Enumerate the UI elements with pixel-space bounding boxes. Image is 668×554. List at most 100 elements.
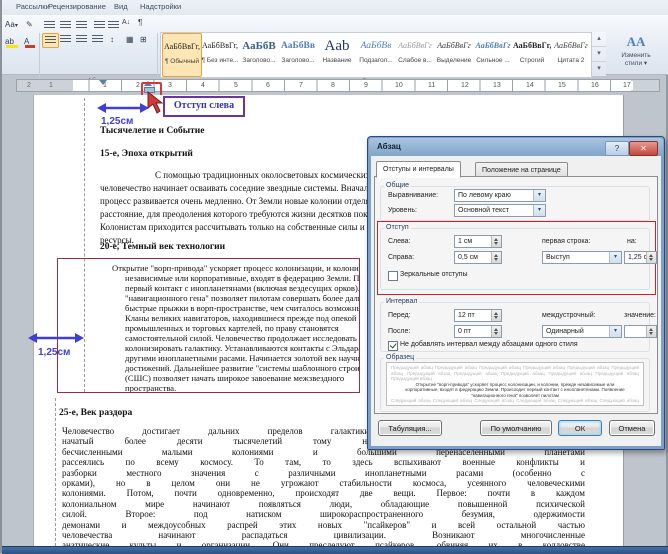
preview-previous-text: Предыдущий абзац Предыдущий абзац Предыд…: [391, 365, 639, 382]
dialog-titlebar[interactable]: Абзац ? ✕: [369, 138, 663, 156]
ruler-number: 12: [459, 81, 471, 90]
spinner-arrows-icon[interactable]: [646, 326, 656, 337]
spinner-arrows-icon[interactable]: [491, 326, 501, 337]
spinner-arrows-icon[interactable]: [646, 252, 656, 263]
change-case-button[interactable]: Аа▾: [5, 18, 18, 31]
style-item-intense-emphasis[interactable]: АаБбВвГгСильное ...: [474, 33, 512, 75]
ruler-number: 7: [297, 81, 305, 90]
ruler-number: 4: [199, 81, 207, 90]
spinner-arrows-icon[interactable]: [491, 236, 501, 247]
ok-button[interactable]: ОК: [558, 420, 602, 436]
first-line-indent-marker[interactable]: [99, 80, 107, 85]
indent-left-spinner[interactable]: 1 см: [454, 235, 502, 248]
pilcrow-icon[interactable]: ¶: [138, 16, 142, 29]
space-after-spinner[interactable]: 0 пт: [454, 325, 502, 338]
numbering-icon[interactable]: [60, 21, 71, 30]
space-before-spinner[interactable]: 12 пт: [454, 309, 502, 322]
help-button[interactable]: ?: [605, 141, 629, 156]
increase-indent-icon[interactable]: [108, 21, 119, 30]
style-item-no-spacing[interactable]: АаБбВвГг,¶ Без инте...: [201, 33, 239, 75]
highlight-color-swatch: [6, 45, 18, 48]
tab-view[interactable]: Вид: [114, 2, 128, 11]
space-after-label: После:: [388, 328, 410, 335]
ruler-number: 10: [393, 81, 405, 90]
ribbon-tab-row: Рассылки Рецензирование Вид Надстройки: [2, 0, 668, 16]
text-highlight-button[interactable]: ab: [5, 35, 19, 48]
ruler-number: 13: [491, 81, 503, 90]
by-label: на:: [627, 238, 637, 245]
align-right-button[interactable]: [74, 33, 89, 46]
ruler-number: 8: [329, 81, 337, 90]
ruler-number: 5: [232, 81, 240, 90]
cancel-button[interactable]: Отмена: [609, 420, 655, 436]
spinner-arrows-icon[interactable]: [491, 310, 501, 321]
ruler-margin-number: 2: [27, 81, 31, 90]
gallery-scroll: ▴ ▾ ▾: [591, 32, 606, 76]
change-styles-button[interactable]: АА Изменить стили ▾: [610, 32, 662, 76]
by-spinner[interactable]: 1,25 см: [624, 251, 657, 264]
sort-icon[interactable]: А↓: [122, 16, 130, 29]
align-center-button[interactable]: [58, 33, 73, 46]
indent-right-spinner[interactable]: 0,5 см: [454, 251, 502, 264]
clear-formatting-button[interactable]: ✎: [26, 18, 33, 31]
line-spacing-combobox[interactable]: Одинарный▾: [542, 325, 622, 338]
space-before-label: Перед:: [388, 312, 411, 319]
tab-mailings[interactable]: Рассылки: [16, 2, 50, 11]
doc-paragraph-20: Открытие "ворп-привода" ускоряет процесс…: [125, 263, 360, 393]
set-default-button[interactable]: По умолчанию: [480, 420, 552, 436]
mirror-indents-checkbox[interactable]: [388, 271, 398, 281]
ruler-number: 16: [589, 81, 601, 90]
no-space-same-style-checkbox[interactable]: [388, 341, 398, 351]
alignment-label: Выравнивание:: [388, 192, 438, 199]
line-spacing-button[interactable]: ↕: [110, 33, 114, 46]
align-left-icon: [45, 36, 56, 45]
chevron-down-icon: ▾: [609, 252, 621, 263]
align-center-icon: [60, 35, 71, 44]
gallery-expand-icon[interactable]: ▾: [592, 62, 606, 76]
indent-right-label: Справа:: [388, 254, 414, 261]
alignment-combobox[interactable]: По левому краю▾: [454, 189, 546, 202]
outline-level-combobox[interactable]: Основной текст▾: [454, 204, 546, 217]
decrease-indent-icon[interactable]: [94, 21, 105, 30]
justify-button[interactable]: [90, 33, 105, 46]
preview-current-text: Открытие "ворп-привода" ускоряет процесс…: [391, 382, 639, 399]
font-color-button[interactable]: А: [24, 35, 36, 48]
style-item-subtle-emphasis[interactable]: АаБбВвГгСлабое в...: [396, 33, 434, 75]
multilevel-list-icon[interactable]: [76, 21, 87, 30]
style-item-emphasis[interactable]: АаБбВвГгВыделение: [435, 33, 473, 75]
measure-label-mid: 1,25см: [38, 347, 70, 358]
first-line-combobox[interactable]: Выступ▾: [542, 251, 622, 264]
style-item-subtitle[interactable]: АаБбВвПодзагол...: [357, 33, 395, 75]
gallery-scroll-up-icon[interactable]: ▴: [592, 32, 606, 47]
indent-group-label: Отступ: [384, 224, 411, 231]
ruler-number: 9: [362, 81, 370, 90]
measure-label-top: 1,25см: [101, 116, 133, 127]
shading-button[interactable]: ▦: [126, 33, 134, 46]
group-separator: [157, 33, 158, 83]
style-item-title[interactable]: АabНазвание: [318, 33, 356, 75]
borders-button[interactable]: ⊞: [140, 33, 147, 46]
tabs-button[interactable]: Табуляция...: [378, 420, 442, 436]
chevron-down-icon: ▾: [15, 23, 18, 29]
preview-group-label: Образец: [384, 354, 416, 361]
horizontal-ruler[interactable]: 2 1 1 2 3 4 5 6 7 8 9 10 11 12 13 14 15 …: [16, 79, 660, 92]
tab-indents-spacing[interactable]: Отступы и интервалы: [376, 161, 461, 178]
bullets-icon[interactable]: [44, 21, 55, 30]
tab-addins[interactable]: Надстройки: [140, 2, 181, 11]
at-spinner[interactable]: [624, 325, 657, 338]
tab-review[interactable]: Рецензирование: [48, 2, 106, 11]
style-item-quote2[interactable]: АаБбВвГгЦитата 2: [552, 33, 590, 75]
gallery-scroll-down-icon[interactable]: ▾: [592, 47, 606, 62]
margin-guide-line: [55, 398, 56, 546]
spinner-arrows-icon[interactable]: [491, 252, 501, 263]
align-left-button[interactable]: [42, 33, 59, 48]
no-space-same-style-label: Не добавлять интервал между абзацами одн…: [400, 341, 578, 348]
close-button[interactable]: ✕: [629, 141, 658, 156]
spacing-group-label: Интервал: [384, 298, 419, 305]
style-item-heading2[interactable]: АаБбВвЗаголово...: [279, 33, 317, 75]
style-item-normal[interactable]: АаБбВвГг,¶ Обычный: [162, 33, 202, 77]
doc-heading-millennium: Тысячелетие и Событие: [100, 126, 204, 136]
style-item-heading1[interactable]: АаБбВЗаголово...: [240, 33, 278, 75]
outline-level-label: Уровень:: [388, 207, 417, 214]
style-item-strong[interactable]: АаБбВвГг,Строгий: [513, 33, 551, 75]
